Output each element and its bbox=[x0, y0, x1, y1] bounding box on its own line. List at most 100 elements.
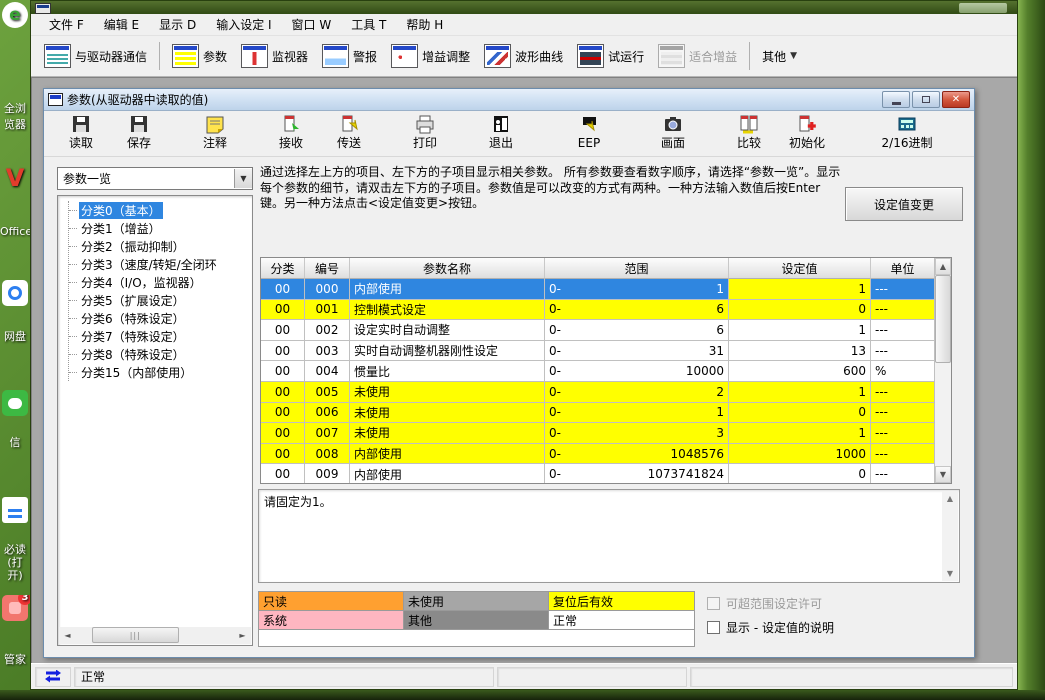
tree-item-class1[interactable]: 分类1（增益） bbox=[69, 219, 252, 237]
send-icon bbox=[337, 114, 361, 136]
tree-horizontal-scrollbar[interactable]: ◄ ||| ► bbox=[59, 627, 251, 644]
app-titlebar[interactable] bbox=[31, 1, 1017, 14]
radix-button[interactable]: 2/16进制 bbox=[870, 113, 944, 151]
initialize-icon bbox=[795, 114, 819, 136]
tree-item-class15[interactable]: 分类15（内部使用） bbox=[69, 363, 252, 381]
gain-icon bbox=[391, 44, 418, 68]
monitor-icon bbox=[241, 44, 268, 68]
table-row[interactable]: 00 007 未使用 0-3 1 --- bbox=[261, 423, 934, 444]
restore-button[interactable] bbox=[912, 91, 940, 108]
exit-button[interactable]: 退出 bbox=[472, 113, 530, 151]
parameter-body: 参数一览 ▼ 分类0（基本） 分类1（增益） 分类2（振动抑制） 分类3（速度/… bbox=[44, 157, 974, 657]
waveform-icon bbox=[484, 44, 511, 68]
scrollbar-thumb[interactable]: ||| bbox=[92, 627, 179, 643]
parameter-titlebar[interactable]: 参数(从驱动器中读取的值) ✕ bbox=[44, 89, 974, 111]
desktop-icon-browser[interactable]: e 全浏览器 bbox=[0, 2, 30, 132]
desktop-icon-netdisk[interactable]: 网盘 bbox=[0, 280, 30, 355]
desktop-icon-label: 信 bbox=[0, 434, 30, 450]
tree-item-class6[interactable]: 分类6（特殊设定） bbox=[69, 309, 252, 327]
tree-item-class5[interactable]: 分类5（扩展设定） bbox=[69, 291, 252, 309]
toolbar-trial-button[interactable]: 试运行 bbox=[570, 40, 651, 72]
camera-icon bbox=[661, 114, 685, 136]
tree-item-class8[interactable]: 分类8（特殊设定） bbox=[69, 345, 252, 363]
statusbar: 正常 bbox=[31, 663, 1017, 689]
toolbar-alarm-button[interactable]: 警报 bbox=[315, 40, 384, 72]
main-toolbar: 与驱动器通信 参数 监视器 警报 增益调整 波形曲线 bbox=[31, 36, 1017, 77]
menu-tools[interactable]: 工具 T bbox=[341, 14, 396, 35]
tree-item-class7[interactable]: 分类7（特殊设定） bbox=[69, 327, 252, 345]
tree-item-class0[interactable]: 分类0（基本） bbox=[69, 201, 252, 219]
read-button[interactable]: 读取 bbox=[52, 113, 110, 151]
status-panel-3 bbox=[690, 667, 1013, 687]
close-button[interactable]: ✕ bbox=[942, 91, 970, 108]
show-setvalue-desc-checkbox[interactable]: 显示 - 设定值的说明 bbox=[707, 619, 834, 636]
wechat-icon bbox=[2, 390, 28, 416]
description-text: 通过选择左上方的项目、左下方的子项目显示相关参数。 所有参数要查看数字顺序，请选… bbox=[260, 165, 844, 212]
toolbar-monitor-button[interactable]: 监视器 bbox=[234, 40, 315, 72]
menu-help[interactable]: 帮助 H bbox=[396, 14, 453, 35]
legend-system: 系统 bbox=[259, 611, 404, 630]
legend-readonly: 只读 bbox=[259, 592, 404, 611]
menu-edit[interactable]: 编辑 E bbox=[94, 14, 149, 35]
exit-door-icon bbox=[489, 114, 513, 136]
print-button[interactable]: 打印 bbox=[396, 113, 454, 151]
radix-grid-icon bbox=[895, 114, 919, 136]
parameter-memo[interactable]: 请固定为1。 ▲▼ bbox=[258, 489, 960, 583]
desktop-icon-office[interactable]: V Office bbox=[0, 165, 30, 245]
table-row[interactable]: 00 008 内部使用 0-1048576 1000 --- bbox=[261, 444, 934, 465]
menu-input-setting[interactable]: 输入设定 I bbox=[206, 14, 281, 35]
receive-button[interactable]: 接收 bbox=[262, 113, 320, 151]
table-row[interactable]: 00 000 内部使用 0-1 1 --- bbox=[261, 279, 934, 300]
save-button[interactable]: 保存 bbox=[110, 113, 168, 151]
desktop-icon-label: 必读 (打开) bbox=[0, 543, 30, 582]
tree-item-class3[interactable]: 分类3（速度/转矩/全闭环 bbox=[69, 255, 252, 273]
table-row[interactable]: 00 002 设定实时自动调整 0-6 1 --- bbox=[261, 320, 934, 341]
floppy-save-icon bbox=[127, 114, 151, 136]
toolbar-param-button[interactable]: 参数 bbox=[165, 40, 234, 72]
category-combobox[interactable]: 参数一览 ▼ bbox=[57, 167, 253, 190]
screen-button[interactable]: 画面 bbox=[644, 113, 702, 151]
tree-item-class4[interactable]: 分类4（I/O，监视器） bbox=[69, 273, 252, 291]
checkbox-icon bbox=[707, 597, 720, 610]
table-row[interactable]: 00 005 未使用 0-2 1 --- bbox=[261, 382, 934, 403]
toolbar-wave-button[interactable]: 波形曲线 bbox=[477, 40, 570, 72]
tree-item-class2[interactable]: 分类2（振动抑制） bbox=[69, 237, 252, 255]
receive-icon bbox=[279, 114, 303, 136]
table-row[interactable]: 00 009 内部使用 0-1073741824 0 --- bbox=[261, 464, 934, 483]
desktop-icon-readme[interactable]: 必读 (打开) bbox=[0, 497, 30, 587]
toolbar-other-button[interactable]: 其他 ▼ bbox=[755, 44, 804, 69]
desktop-icon-wechat[interactable]: 信 bbox=[0, 390, 30, 462]
table-row[interactable]: 00 004 惯量比 0-10000 600 % bbox=[261, 361, 934, 382]
notification-badge: 3 bbox=[18, 595, 30, 605]
minimize-button[interactable] bbox=[882, 91, 910, 108]
table-row[interactable]: 00 006 未使用 0-1 0 --- bbox=[261, 403, 934, 424]
menu-window[interactable]: 窗口 W bbox=[282, 14, 342, 35]
comm-status-panel bbox=[35, 667, 71, 687]
scroll-right-icon[interactable]: ► bbox=[234, 627, 251, 644]
eep-button[interactable]: EEP bbox=[560, 113, 618, 151]
table-row[interactable]: 00 003 实时自动调整机器刚性设定 0-31 13 --- bbox=[261, 341, 934, 362]
menu-view[interactable]: 显示 D bbox=[149, 14, 206, 35]
compare-button[interactable]: 比较 bbox=[720, 113, 778, 151]
scroll-left-icon[interactable]: ◄ bbox=[59, 627, 76, 644]
desktop-icons: e 全浏览器 V Office 网盘 信 必读 (打开) 3 管家 bbox=[0, 0, 30, 700]
comment-button[interactable]: 注释 bbox=[186, 113, 244, 151]
set-value-change-button[interactable]: 设定值变更 bbox=[845, 187, 963, 221]
memo-scrollbar[interactable]: ▲▼ bbox=[942, 491, 958, 581]
scrollbar-thumb[interactable] bbox=[935, 275, 951, 363]
send-button[interactable]: 传送 bbox=[320, 113, 378, 151]
parameter-window: 参数(从驱动器中读取的值) ✕ 读取 保存 bbox=[43, 88, 975, 658]
toolbar-gain-button[interactable]: 增益调整 bbox=[384, 40, 477, 72]
init-button[interactable]: 初始化 bbox=[778, 113, 836, 151]
menu-file[interactable]: 文件 F bbox=[39, 14, 94, 35]
checkbox-icon[interactable] bbox=[707, 621, 720, 634]
window-controls[interactable] bbox=[959, 3, 1007, 13]
table-vertical-scrollbar[interactable]: ▲ ▼ bbox=[934, 258, 951, 483]
toolbar-comm-button[interactable]: 与驱动器通信 bbox=[37, 40, 154, 72]
scroll-up-icon[interactable]: ▲ bbox=[935, 258, 951, 275]
desktop-icon-guard[interactable]: 3 管家 bbox=[0, 595, 30, 675]
table-row[interactable]: 00 001 控制模式设定 0-6 0 --- bbox=[261, 300, 934, 321]
scroll-down-icon[interactable]: ▼ bbox=[935, 466, 951, 483]
toolbar-fitgain-button: 适合增益 bbox=[651, 40, 744, 72]
chevron-down-icon[interactable]: ▼ bbox=[234, 169, 252, 188]
